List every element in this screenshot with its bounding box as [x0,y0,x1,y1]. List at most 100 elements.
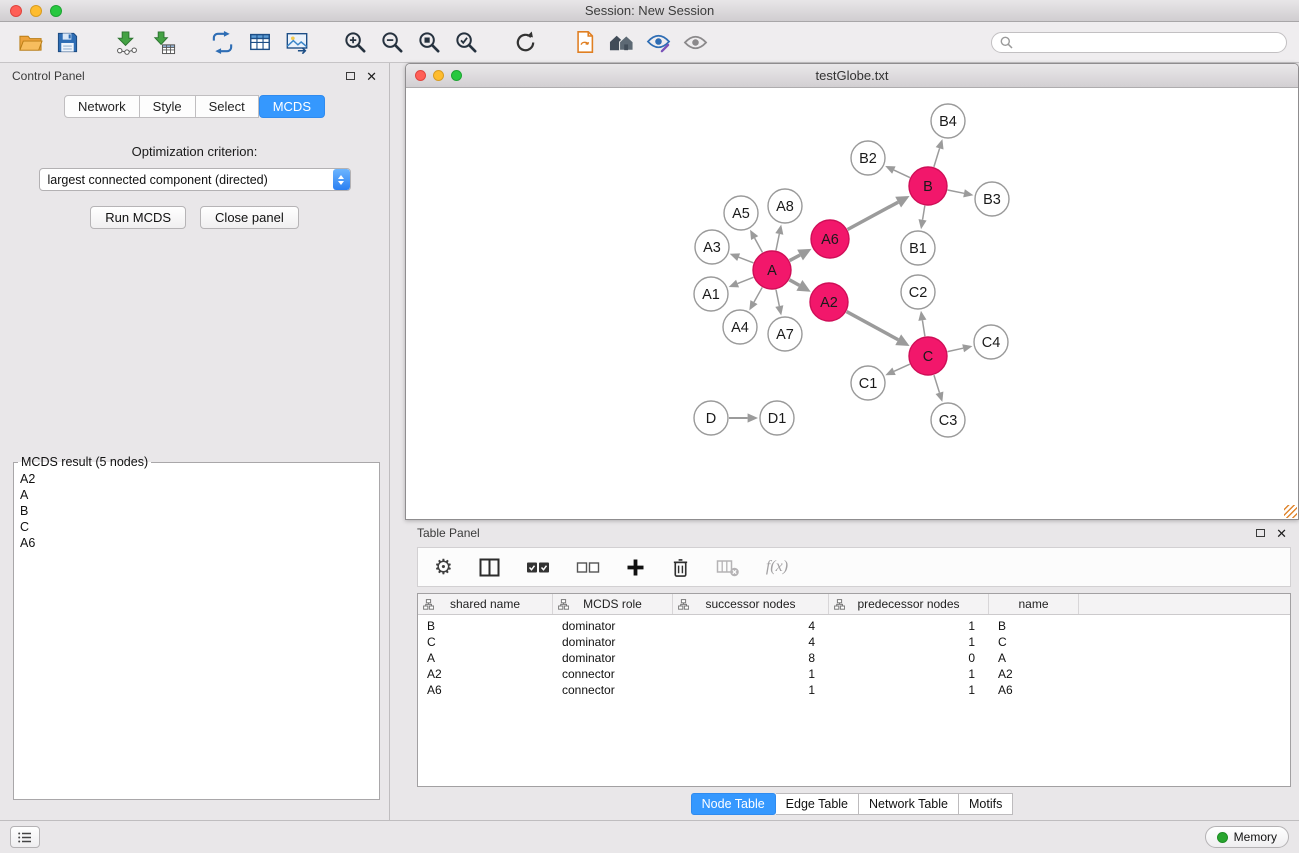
table-cell: C [989,635,1079,649]
control-panel-tabs: NetworkStyleSelectMCDS [0,95,389,118]
table-row[interactable]: A2connector11A2 [418,666,1290,682]
network-canvas[interactable]: B4B2BB3A5A8A6A3B1AC2A1A2A4A7C4CC1C3DD1 [406,88,1298,519]
apply-function-button[interactable]: f(x) [766,558,788,576]
table-row[interactable]: Cdominator41C [418,634,1290,650]
edge-A6-B[interactable] [848,202,899,229]
tab-edge-table[interactable]: Edge Table [776,793,859,815]
zoom-fit-button[interactable] [411,25,448,59]
column-header-MCDS-role[interactable]: MCDS role [553,594,673,614]
close-network-button[interactable] [415,70,426,81]
edge-A-A3[interactable] [739,257,754,263]
zoom-out-button[interactable] [374,25,411,59]
column-header-name[interactable]: name [989,594,1079,614]
column-header-predecessor-nodes[interactable]: predecessor nodes [829,594,989,614]
edge-A-A7[interactable] [776,290,779,306]
close-table-panel-icon[interactable]: ✕ [1276,527,1287,540]
edge-B-B3[interactable] [948,190,964,193]
status-bar: Memory [0,820,1299,853]
edge-A-A6[interactable] [790,255,800,261]
edge-C-C3[interactable] [934,375,940,393]
edge-C-C2[interactable] [922,320,925,336]
birdseye-view-button[interactable] [677,25,714,59]
mcds-result-item[interactable]: C [20,519,373,535]
add-column-button[interactable] [626,558,645,577]
edge-C-C4[interactable] [948,348,964,351]
float-panel-icon[interactable] [346,72,355,80]
delete-column-button[interactable] [671,557,690,578]
edge-A-A1[interactable] [738,277,754,283]
zoom-window-button[interactable] [50,5,62,17]
zoom-network-button[interactable] [451,70,462,81]
tab-node-table[interactable]: Node Table [691,793,776,815]
edge-A-A5[interactable] [755,238,763,252]
node-label: A1 [702,287,720,303]
search-box[interactable] [991,32,1287,53]
tab-select[interactable]: Select [196,95,259,118]
panel-list-button[interactable] [10,826,40,848]
close-panel-button[interactable]: Close panel [200,206,299,229]
optimization-criterion-select[interactable]: largest connected component (directed) [39,168,351,191]
close-panel-icon[interactable]: ✕ [366,70,377,83]
minimize-window-button[interactable] [30,5,42,17]
mcds-result-item[interactable]: B [20,503,373,519]
table-mode-button[interactable]: ⚙ [434,557,453,578]
minimize-network-button[interactable] [433,70,444,81]
mcds-result-item[interactable]: A2 [20,471,373,487]
table-panel-header: Table Panel ✕ [405,520,1299,546]
zoom-in-button[interactable] [337,25,374,59]
run-mcds-button[interactable]: Run MCDS [90,206,186,229]
table-cell: A2 [418,667,553,681]
delete-table-button[interactable] [716,558,740,577]
edge-B-B1[interactable] [923,206,925,220]
table-row[interactable]: A6connector11A6 [418,682,1290,698]
deselect-all-button[interactable] [576,560,600,575]
tab-mcds[interactable]: MCDS [259,95,325,118]
clone-network-button[interactable] [204,25,241,59]
table-cell: 0 [829,651,989,665]
edge-B-B2[interactable] [894,170,910,177]
session-snapshot-button[interactable] [566,25,603,59]
float-table-panel-icon[interactable] [1256,529,1265,537]
network-graph[interactable]: B4B2BB3A5A8A6A3B1AC2A1A2A4A7C4CC1C3DD1 [406,88,1298,519]
apply-layout-button[interactable] [507,25,544,59]
memory-button[interactable]: Memory [1205,826,1289,848]
import-table-file-button[interactable] [145,25,182,59]
export-image-button[interactable] [278,25,315,59]
table-row[interactable]: Bdominator41B [418,618,1290,634]
graphics-details-button[interactable] [640,25,677,59]
save-session-button[interactable] [49,25,86,59]
tab-network-table[interactable]: Network Table [859,793,959,815]
close-window-button[interactable] [10,5,22,17]
panel-splitter[interactable] [390,63,405,820]
new-network-table-button[interactable] [241,25,278,59]
zoom-selected-button[interactable] [448,25,485,59]
column-header-successor-nodes[interactable]: successor nodes [673,594,829,614]
column-header-shared-name[interactable]: shared name [418,594,553,614]
network-window-titlebar[interactable]: testGlobe.txt [406,64,1298,88]
edge-A2-C[interactable] [847,312,899,340]
resize-grip-icon[interactable] [1284,505,1297,518]
home-button[interactable] [603,25,640,59]
mcds-result-item[interactable]: A [20,487,373,503]
open-session-button[interactable] [12,25,49,59]
network-window-controls [415,70,462,81]
edge-A-A2[interactable] [789,280,799,286]
show-columns-button[interactable] [479,558,500,577]
edge-A-A8[interactable] [776,234,779,250]
tab-network[interactable]: Network [64,95,140,118]
edge-B-B4[interactable] [934,148,940,167]
mcds-result-item[interactable]: A6 [20,535,373,551]
select-all-button[interactable] [526,560,550,575]
tab-style[interactable]: Style [140,95,196,118]
tab-motifs[interactable]: Motifs [959,793,1013,815]
import-network-file-button[interactable] [108,25,145,59]
node-label: C1 [859,376,878,392]
table-cell: 4 [673,635,829,649]
search-input[interactable] [1018,35,1278,49]
edge-C-C1[interactable] [894,364,910,371]
table-cell: C [418,635,553,649]
edge-arrowhead-icon [775,305,783,315]
edge-A-A4[interactable] [754,287,762,302]
open-folder-icon [18,30,43,55]
table-row[interactable]: Adominator80A [418,650,1290,666]
